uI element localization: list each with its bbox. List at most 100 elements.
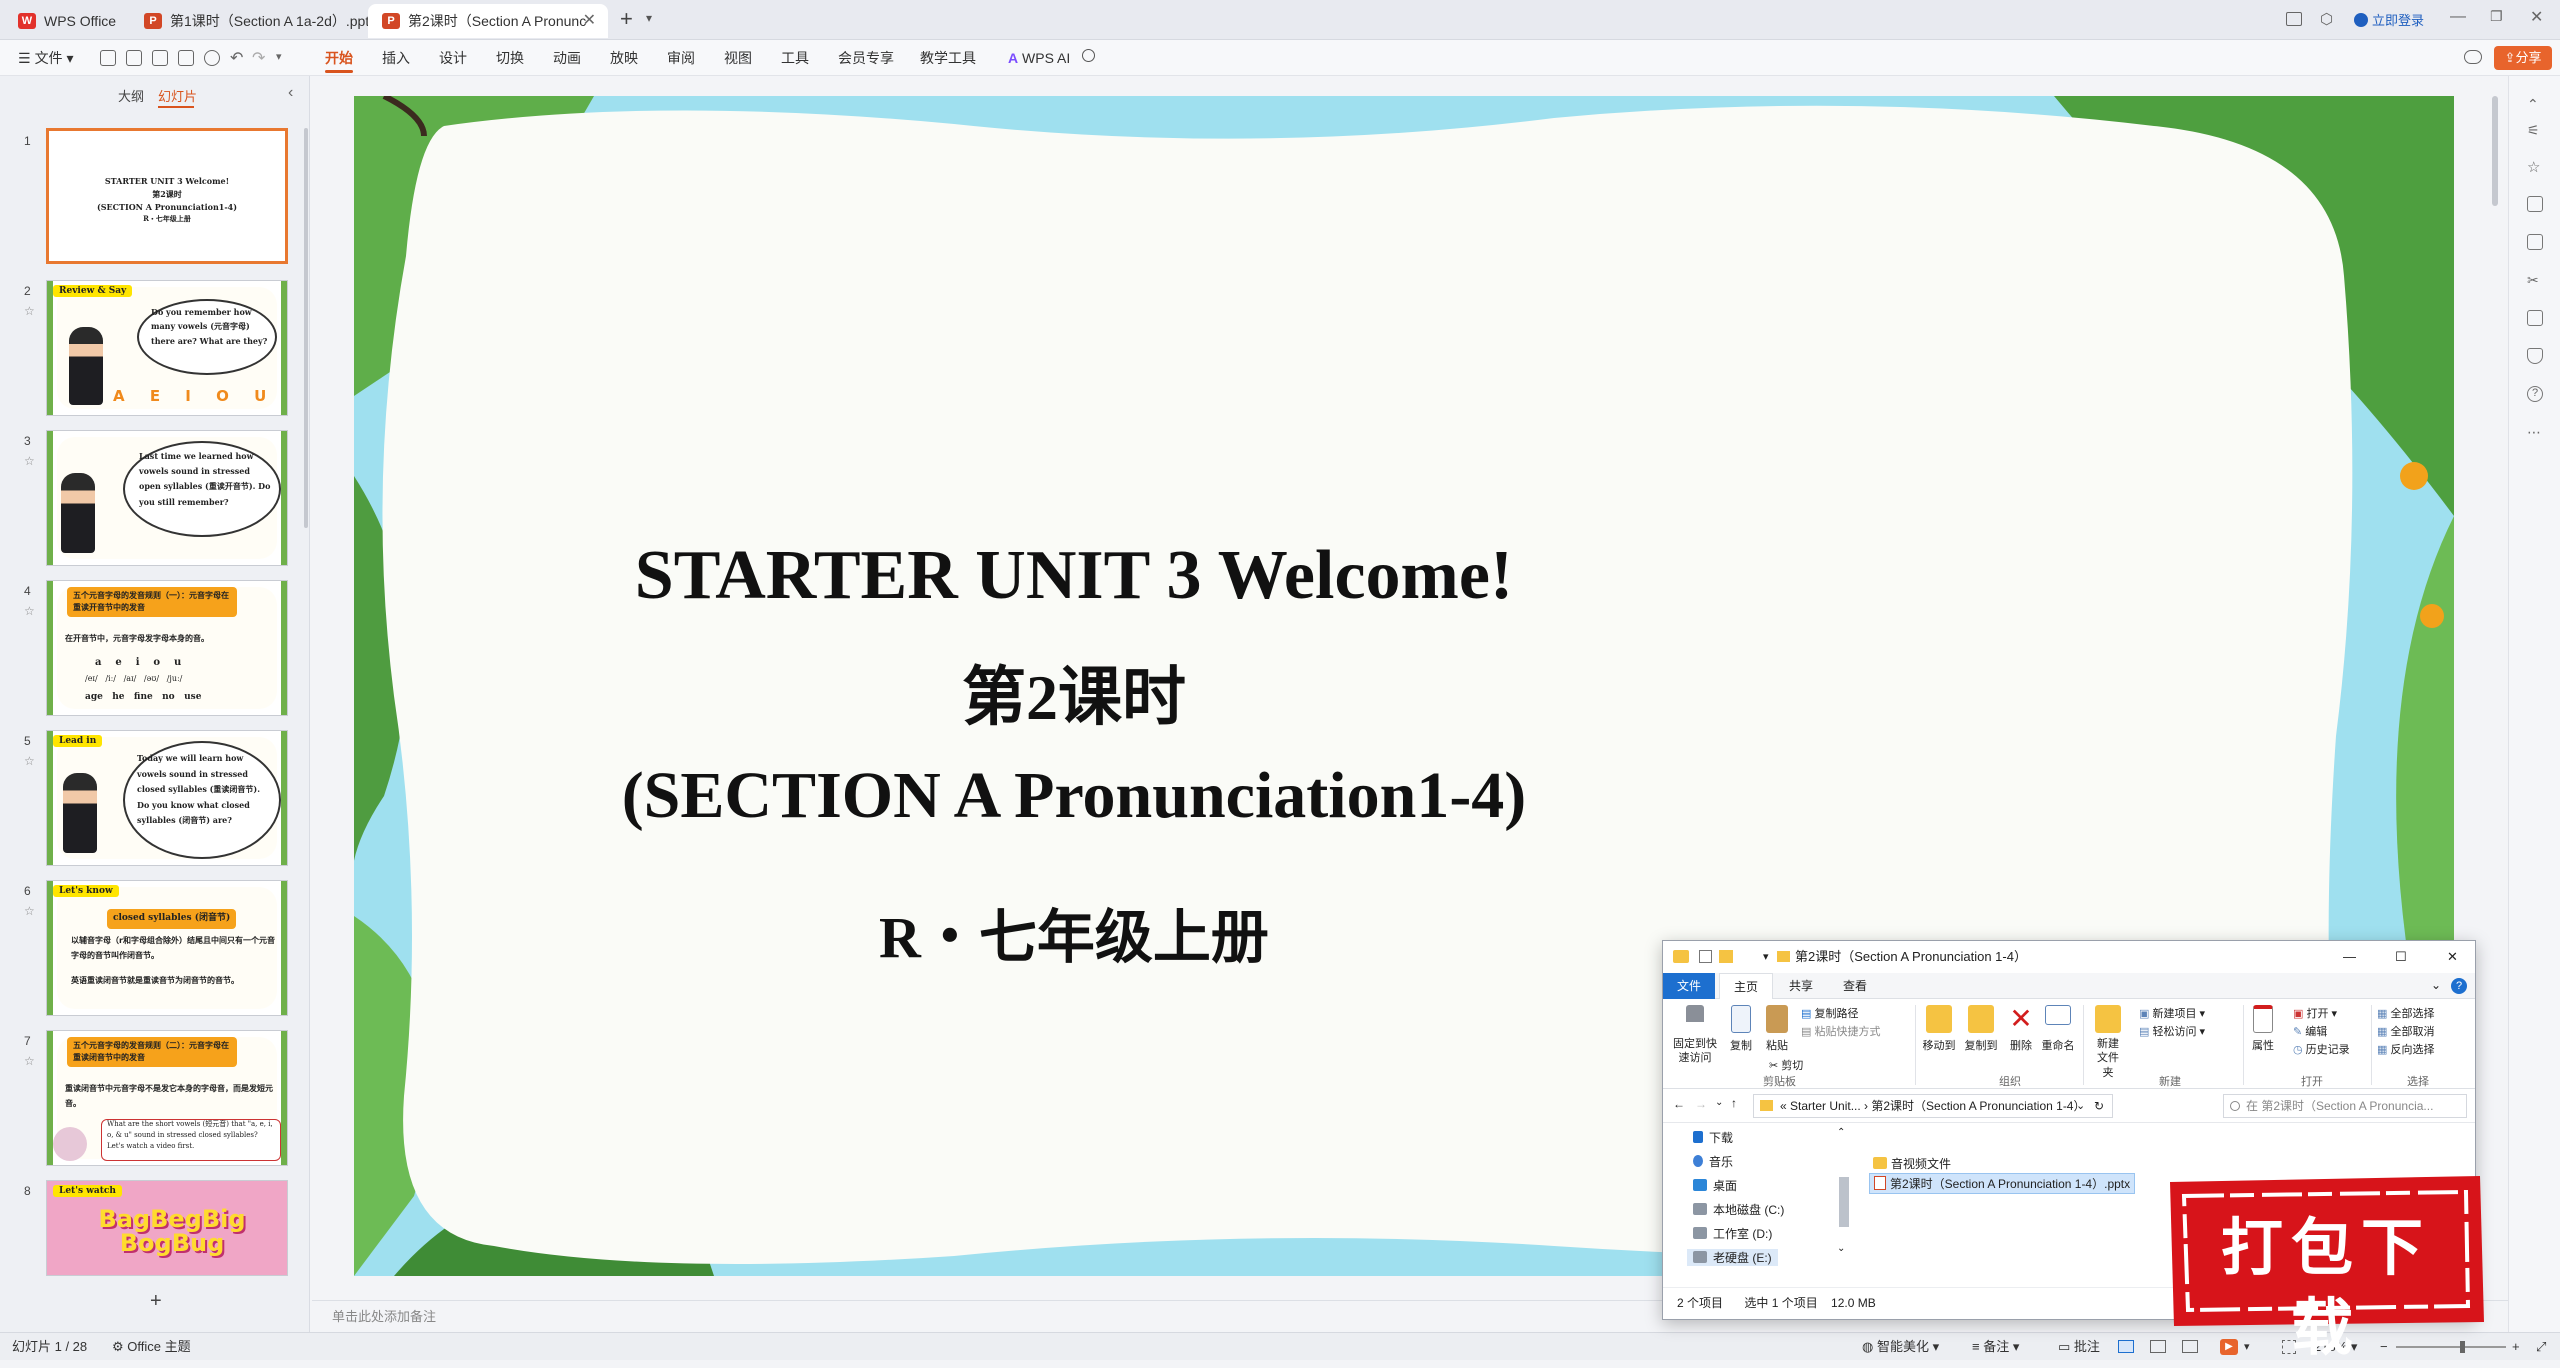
tab-outline[interactable]: 大纲 (118, 86, 144, 105)
address-segment[interactable]: 第2课时（Section A Pronunciation 1-4） (1871, 1099, 2085, 1113)
menu-animation[interactable]: 动画 (553, 40, 581, 76)
history-button[interactable]: ◷ 历史记录 (2293, 1041, 2350, 1057)
undo-icon[interactable]: ↶ (230, 48, 243, 68)
layout-icon[interactable] (2527, 310, 2543, 326)
theme-name[interactable]: ⚙ Office 主题 (112, 1333, 191, 1361)
nav-drive-e[interactable]: 老硬盘 (E:) (1687, 1249, 1778, 1266)
slide-star-icon[interactable]: ☆ (24, 454, 35, 468)
nav-scroll-up-icon[interactable]: ⌃ (1837, 1127, 1845, 1138)
up-icon[interactable]: ↑ (1731, 1096, 1737, 1110)
notes-toggle[interactable]: ≡ 备注 ▾ (1972, 1333, 2019, 1361)
rename-button[interactable]: 重命名 (2039, 1005, 2077, 1053)
collapse-panel-icon[interactable]: ‹ (288, 84, 293, 102)
star-icon[interactable]: ☆ (2527, 158, 2543, 176)
nav-downloads[interactable]: 下载 (1693, 1129, 1733, 1146)
recent-dropdown-icon[interactable]: ⌄ (1715, 1097, 1723, 1108)
slide-section[interactable]: (SECTION A Pronunciation1-4) (354, 758, 1794, 834)
collapse-ribbon-icon[interactable]: ⌃ (2527, 96, 2543, 112)
sorter-view-icon[interactable] (2150, 1340, 2166, 1353)
nav-scroll-down-icon[interactable]: ⌄ (1837, 1243, 1845, 1254)
pack-download-banner[interactable]: 打包下载 (2162, 1172, 2490, 1364)
slide-thumb-4[interactable]: 五个元音字母的发音规则（一）：元音字母在重读开音节中的发音 在开音节中，元音字母… (46, 580, 288, 716)
tab-list-icon[interactable]: ▾ (646, 11, 652, 25)
cloud-sync-icon[interactable] (2464, 50, 2482, 64)
explorer-tab-file[interactable]: 文件 (1663, 973, 1716, 999)
redo-icon[interactable]: ↷ (252, 48, 265, 68)
nav-music[interactable]: 音乐 (1693, 1153, 1733, 1170)
slide-thumb-2[interactable]: Review & Say Do you remember how many vo… (46, 280, 288, 416)
slide-thumb-6[interactable]: Let's know closed syllables (闭音节) 以辅音字母（… (46, 880, 288, 1016)
print-preview-icon[interactable] (178, 50, 194, 66)
explorer-help-icon[interactable]: ? (2451, 978, 2467, 994)
slide-star-icon[interactable]: ☆ (24, 304, 35, 318)
menu-member[interactable]: 会员专享 (838, 40, 894, 76)
add-slide-button[interactable]: + (150, 1290, 162, 1313)
tools-icon[interactable]: ✂ (2527, 272, 2543, 288)
copy-button[interactable]: 复制 (1725, 1005, 1757, 1053)
share-button[interactable]: ⇪分享 (2494, 46, 2552, 70)
wps-ai-menu[interactable]: A WPS AI (1008, 40, 1070, 76)
slide-thumb-7[interactable]: 五个元音字母的发音规则（二）：元音字母在重读闭音节中的发音 重读闭音节中元音字母… (46, 1030, 288, 1166)
explorer-search-input[interactable]: 在 第2课时（Section A Pronuncia... (2223, 1094, 2467, 1118)
slide-star-icon[interactable]: ☆ (24, 604, 35, 618)
edit-button[interactable]: ✎ 编辑 (2293, 1023, 2327, 1039)
menu-design[interactable]: 设计 (439, 40, 467, 76)
slide-title[interactable]: STARTER UNIT 3 Welcome! (354, 536, 1794, 616)
forward-icon[interactable]: → (1695, 1097, 1707, 1111)
new-tab-icon[interactable]: + (620, 6, 633, 32)
copy-icon[interactable] (2527, 196, 2543, 212)
menu-slideshow[interactable]: 放映 (610, 40, 638, 76)
menu-insert[interactable]: 插入 (382, 40, 410, 76)
shield-icon[interactable] (2527, 348, 2543, 364)
close-window-button[interactable]: ✕ (2530, 7, 2543, 27)
slide-thumb-3[interactable]: Last time we learned how vowels sound in… (46, 430, 288, 566)
back-icon[interactable]: ← (1673, 1097, 1685, 1111)
fullscreen-icon[interactable]: ⤢ (2536, 1333, 2546, 1361)
smart-beautify-button[interactable]: ◍ 智能美化 ▾ (1862, 1333, 1939, 1361)
nav-drive-d[interactable]: 工作室 (D:) (1693, 1225, 1772, 1242)
file-item[interactable]: 音视频文件 (1873, 1155, 1951, 1172)
image-icon[interactable] (2527, 234, 2543, 250)
panel-scrollbar[interactable] (304, 128, 308, 528)
explorer-tab-home[interactable]: 主页 (1719, 973, 1774, 999)
new-item-button[interactable]: ▣ 新建项目 ▾ (2139, 1005, 2205, 1021)
login-link[interactable]: 立即登录 (2354, 10, 2424, 29)
paste-shortcut-button[interactable]: ▤ 粘贴快捷方式 (1801, 1023, 1880, 1039)
copy-to-button[interactable]: 复制到 (1961, 1005, 2001, 1053)
menu-start[interactable]: 开始 (325, 40, 353, 76)
address-dropdown-icon[interactable]: ⌄ (2076, 1095, 2085, 1117)
ribbon-collapse-icon[interactable]: ⌄ (2431, 978, 2441, 992)
easy-access-button[interactable]: ▤ 轻松访问 ▾ (2139, 1023, 2205, 1039)
window-layout-icon[interactable] (2286, 12, 2302, 26)
slide-thumb-5[interactable]: Lead in Today we will learn how vowels s… (46, 730, 288, 866)
restore-button[interactable]: ❐ (2490, 8, 2503, 25)
slide-grade[interactable]: R・七年级上册 (354, 890, 1794, 974)
print-icon[interactable] (152, 50, 168, 66)
cut-button[interactable]: ✂ 剪切 (1769, 1057, 1803, 1073)
move-to-button[interactable]: 移动到 (1919, 1005, 1959, 1053)
slide-star-icon[interactable]: ☆ (24, 1054, 35, 1068)
adjust-icon[interactable]: ⚟ (2527, 122, 2543, 138)
tab-slides[interactable]: 幻灯片 (158, 86, 197, 105)
pin-quick-access-button[interactable]: 固定到快速访问 (1669, 1005, 1721, 1066)
delete-button[interactable]: ✕ 删除 (2005, 1005, 2037, 1053)
select-none-button[interactable]: ▦ 全部取消 (2377, 1023, 2434, 1039)
nav-desktop[interactable]: 桌面 (1693, 1177, 1737, 1194)
refresh-icon[interactable]: ↻ (2094, 1095, 2104, 1117)
new-folder-button[interactable]: 新建文件夹 (2087, 1005, 2129, 1080)
quick-access-dropdown[interactable]: ▾ (276, 50, 282, 63)
paste-button[interactable]: 粘贴 (1761, 1005, 1793, 1053)
explorer-maximize-button[interactable]: ☐ (2395, 941, 2407, 973)
open-button[interactable]: ▣ 打开 ▾ (2293, 1005, 2337, 1021)
explorer-minimize-button[interactable]: — (2343, 941, 2356, 973)
tab-wps-office[interactable]: W WPS Office (4, 4, 130, 38)
slide-scrollbar[interactable] (2492, 96, 2498, 206)
cube-icon[interactable]: ⬡ (2320, 10, 2333, 28)
qat-dropdown[interactable]: ▾ (1763, 941, 1769, 973)
slide-star-icon[interactable]: ☆ (24, 754, 35, 768)
tab-close-icon[interactable]: ✕ (583, 4, 596, 38)
more-icon[interactable]: ⋯ (2527, 424, 2543, 440)
slide-star-icon[interactable]: ☆ (24, 904, 35, 918)
invert-selection-button[interactable]: ▦ 反向选择 (2377, 1041, 2434, 1057)
nav-drive-c[interactable]: 本地磁盘 (C:) (1693, 1201, 1784, 1218)
